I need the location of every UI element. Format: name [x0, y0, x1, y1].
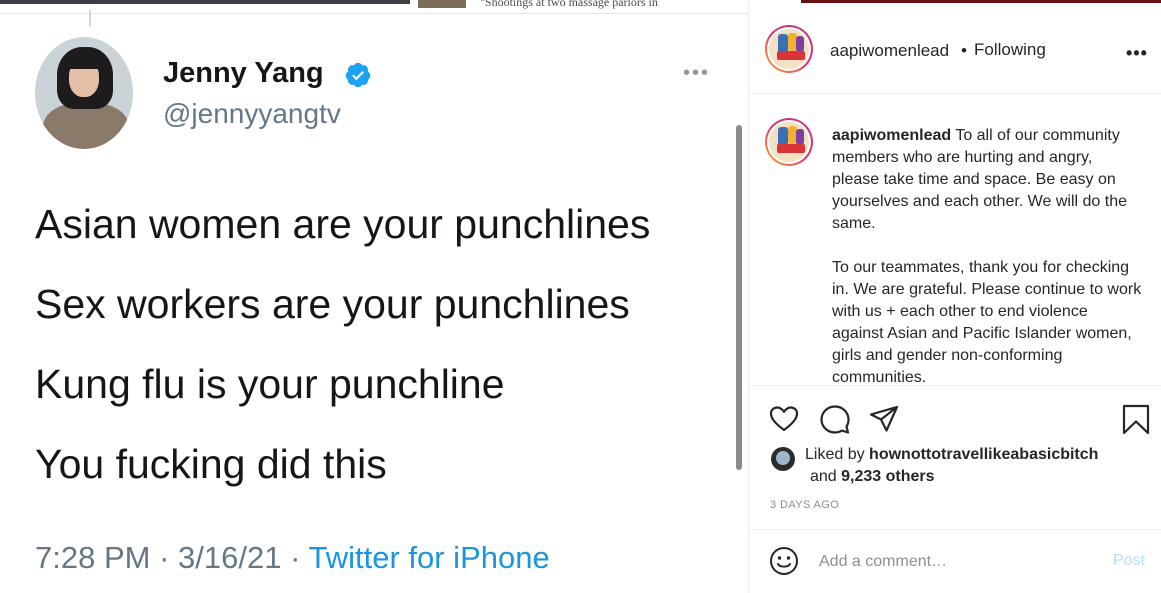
more-options-icon[interactable]: ••• — [1126, 43, 1148, 64]
post-comment-button[interactable]: Post — [1113, 552, 1145, 570]
verified-badge-icon — [345, 62, 371, 88]
header-dot-separator: • — [961, 41, 967, 60]
post-header: aapiwomenlead • Following ••• — [749, 3, 1161, 94]
header-username-link[interactable]: aapiwomenlead — [830, 41, 949, 61]
tweet-time: 7:28 PM — [35, 540, 151, 575]
tweet-text-line: Kung flu is your punchline — [35, 361, 505, 407]
thread-line — [89, 10, 91, 26]
others-likes-link[interactable]: 9,233 others — [841, 468, 934, 485]
caption-username-link[interactable]: aapiwomenlead — [832, 127, 951, 144]
liked-by-text: Liked by hownottotravellikeabasicbitch — [805, 446, 1099, 463]
tweet-more-icon: ••• — [683, 62, 711, 84]
thread-connector — [0, 0, 748, 30]
tweet-date: 3/16/21 — [178, 540, 282, 575]
share-paper-plane-icon[interactable] — [868, 403, 900, 435]
tweet-author-handle: @jennyyangtv — [163, 98, 341, 129]
like-heart-icon[interactable] — [768, 403, 800, 435]
comment-input[interactable] — [819, 550, 1079, 574]
likes-count-text: and 9,233 others — [810, 468, 935, 485]
save-bookmark-icon[interactable] — [1120, 403, 1152, 435]
tweet-author-name: Jenny Yang — [163, 57, 324, 89]
tweet-author-avatar — [35, 37, 133, 149]
caption-avatar[interactable] — [765, 118, 813, 166]
tweet-metadata: 7:28 PM · 3/16/21 · Twitter for iPhone — [35, 540, 550, 576]
comment-bubble-icon[interactable] — [819, 403, 851, 435]
liker-username-link[interactable]: hownottotravellikeabasicbitch — [869, 446, 1098, 463]
tweet-text-line: Asian women are your punchlines — [35, 201, 651, 247]
add-comment-row: Post — [749, 529, 1161, 593]
tweet-text-line: Sex workers are your punchlines — [35, 281, 630, 327]
tweet-image: "Shootings at two massage parlors in Jen… — [0, 0, 748, 593]
tweet-source: Twitter for iPhone — [308, 540, 550, 575]
following-button[interactable]: Following — [974, 40, 1046, 60]
liker-avatar[interactable] — [771, 447, 795, 471]
caption-text: aapiwomenlead To all of our community me… — [832, 125, 1142, 386]
aapi-logo-icon — [769, 122, 809, 162]
instagram-post-panel: aapiwomenlead • Following ••• aapiwomenl… — [748, 0, 1161, 593]
meta-separator: · — [159, 540, 170, 575]
aapi-logo-icon — [769, 29, 809, 69]
image-scrollbar[interactable] — [736, 125, 742, 470]
tweet-text-line: You fucking did this — [35, 441, 387, 487]
post-timestamp[interactable]: 3 DAYS AGO — [770, 499, 839, 511]
emoji-smiley-icon[interactable] — [768, 545, 800, 577]
meta-separator: · — [290, 540, 301, 575]
caption-paragraph: To our teammates, thank you for checking… — [832, 259, 1142, 386]
account-avatar[interactable] — [765, 25, 813, 73]
caption-area[interactable]: aapiwomenlead To all of our community me… — [749, 95, 1161, 386]
